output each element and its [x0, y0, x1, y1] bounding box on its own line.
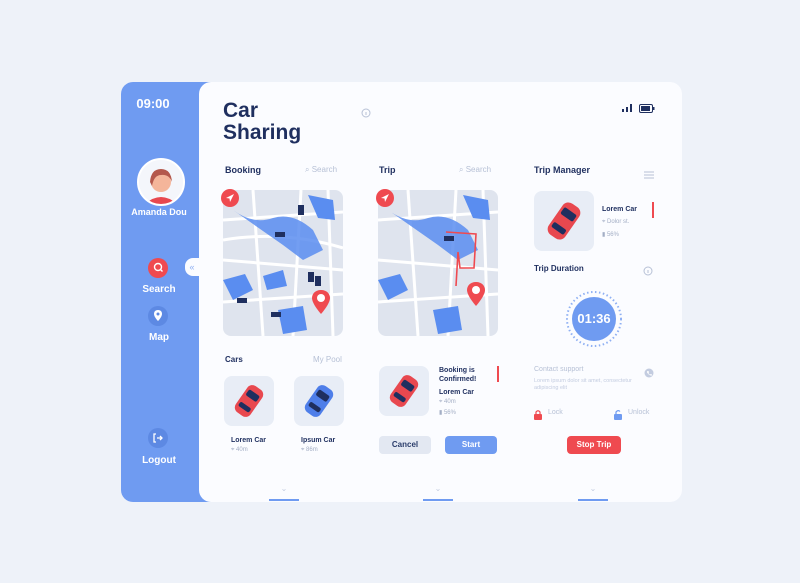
battery-icon [639, 100, 655, 118]
chevron-down-icon[interactable]: ⌄ [583, 484, 603, 493]
contact-support-label[interactable]: Contact support [534, 366, 583, 373]
menu-icon[interactable] [644, 166, 654, 184]
logout-label[interactable]: Logout [121, 455, 197, 466]
trip-search[interactable]: ⌕ Search [459, 165, 491, 175]
duration-value: 01:36 [577, 311, 611, 326]
locate-icon[interactable] [376, 189, 394, 207]
lock-icon [534, 410, 542, 420]
lock-button[interactable]: Lock [533, 407, 563, 425]
manager-battery: ▮ 56% [602, 232, 619, 238]
booking-status: Booking is Confirmed! [439, 367, 477, 383]
page-title: Car Sharing [223, 100, 301, 144]
trip-duration-title: Trip Duration [534, 264, 584, 273]
logout-button[interactable] [148, 428, 168, 448]
car-name: Lorem Car [231, 437, 267, 444]
trip-title: Trip [379, 165, 396, 175]
car-distance: ⌖ 86m [301, 447, 318, 453]
manager-car-name: Lorem Car [602, 206, 638, 213]
start-button[interactable]: Start [445, 436, 497, 454]
booking-title: Booking [225, 165, 261, 175]
nav-map[interactable] [148, 306, 168, 326]
scroll-indicator [423, 499, 453, 501]
trip-car-name: Lorem Car [439, 389, 475, 396]
signal-icon [621, 100, 635, 118]
nav-search-label[interactable]: Search [121, 284, 197, 295]
car-distance-value: 40m [236, 447, 248, 453]
stop-trip-button[interactable]: Stop Trip [567, 436, 621, 454]
logout-icon [148, 428, 168, 448]
trip-manager-title: Trip Manager [534, 165, 591, 175]
unlock-icon [614, 410, 622, 420]
trip-map[interactable] [378, 190, 498, 336]
car-distance: ⌖ 40m [231, 447, 248, 453]
title-line-2: Sharing [223, 121, 302, 144]
trip-car-distance: ⌖ 40m [439, 399, 456, 405]
manager-car-card[interactable] [534, 191, 594, 251]
manager-battery-value: 56% [606, 232, 619, 238]
lock-label: Lock [548, 409, 563, 416]
unlock-label: Unlock [628, 409, 650, 416]
booking-search[interactable]: ⌕ Search [305, 165, 337, 175]
trip-distance-value: 40m [444, 399, 456, 405]
scroll-indicator [269, 499, 299, 501]
scroll-indicator [578, 499, 608, 501]
car-distance-value: 86m [306, 447, 318, 453]
search-icon [148, 258, 168, 278]
locate-icon[interactable] [221, 189, 239, 207]
title-line-1: Car [223, 99, 259, 122]
car-card-ipsum[interactable] [294, 376, 344, 426]
info-icon[interactable] [643, 263, 653, 281]
sidebar: 09:00 Amanda Dou Search Map Logout [121, 82, 211, 502]
nav-search[interactable] [148, 258, 168, 278]
unlock-button[interactable]: Unlock [613, 407, 649, 425]
my-pool-link[interactable]: My Pool [313, 355, 342, 364]
cancel-button[interactable]: Cancel [379, 436, 431, 454]
trip-search-placeholder: Search [465, 165, 492, 174]
trip-car-card[interactable] [379, 366, 429, 416]
booking-search-placeholder: Search [311, 165, 338, 174]
app-window: 09:00 Amanda Dou Search Map Logout « Car… [121, 82, 682, 502]
trip-car-battery: ▮ 56% [439, 410, 456, 416]
chevron-down-icon[interactable]: ⌄ [274, 484, 294, 493]
support-text: Lorem ipsum dolor sit amet, consectetur … [534, 378, 632, 391]
car-name: Ipsum Car [301, 437, 336, 444]
cars-title: Cars [225, 355, 243, 364]
trip-battery-value: 56% [443, 410, 456, 416]
car-card-lorem[interactable] [224, 376, 274, 426]
status-time: 09:00 [136, 96, 170, 111]
manager-address: ⌖ Dolor st. [602, 219, 630, 225]
manager-address-value: Dolor st. [607, 219, 630, 225]
collapse-sidebar-icon[interactable]: « [185, 258, 199, 276]
nav-map-label[interactable]: Map [121, 332, 197, 343]
avatar[interactable] [137, 158, 185, 206]
duration-timer: 01:36 [565, 290, 623, 348]
chevron-down-icon[interactable]: ⌄ [428, 484, 448, 493]
status-indicator [497, 366, 499, 382]
booking-map[interactable] [223, 190, 343, 336]
user-name: Amanda Dou [131, 207, 187, 217]
map-pin-icon [148, 306, 168, 326]
manager-indicator [652, 202, 654, 218]
info-icon[interactable] [361, 105, 371, 123]
